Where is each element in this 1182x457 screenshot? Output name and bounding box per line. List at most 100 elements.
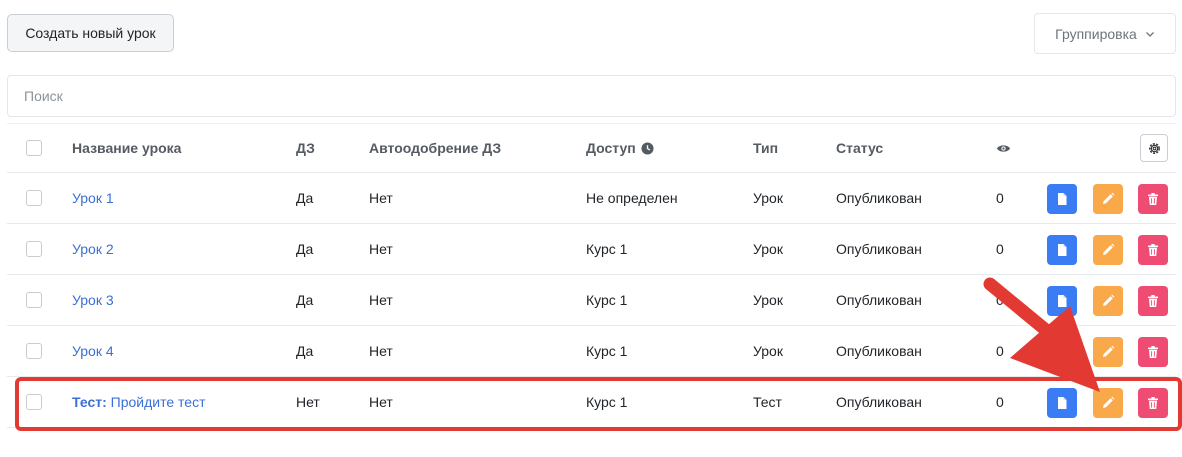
table-row: Урок 3 Да Нет Курс 1 Урок Опубликован 0 bbox=[7, 275, 1176, 326]
auto-approve-cell: Нет bbox=[369, 343, 393, 359]
homework-cell: Да bbox=[296, 241, 314, 257]
view-lesson-button[interactable] bbox=[1047, 184, 1077, 214]
header-status[interactable]: Статус bbox=[836, 124, 883, 172]
delete-lesson-button[interactable] bbox=[1138, 286, 1168, 316]
clock-icon bbox=[641, 141, 654, 155]
lesson-name-link[interactable]: Тест: Пройдите тест bbox=[72, 394, 205, 410]
table-row: Урок 2 Да Нет Курс 1 Урок Опубликован 0 bbox=[7, 224, 1176, 275]
grouping-label: Группировка bbox=[1055, 25, 1137, 42]
lesson-name-cell: Урок 3 bbox=[72, 275, 114, 325]
lesson-name-prefix: Тест: bbox=[72, 394, 107, 410]
view-lesson-button[interactable] bbox=[1047, 388, 1077, 418]
homework-cell: Да bbox=[296, 343, 314, 359]
row-checkbox[interactable] bbox=[26, 275, 42, 325]
status-cell: Опубликован bbox=[836, 394, 922, 410]
delete-lesson-button[interactable] bbox=[1138, 235, 1168, 265]
homework-cell: Нет bbox=[296, 394, 320, 410]
lesson-name-cell: Урок 4 bbox=[72, 326, 114, 376]
views-cell: 0 bbox=[996, 394, 1004, 410]
view-lesson-button[interactable] bbox=[1047, 235, 1077, 265]
trash-icon bbox=[1148, 193, 1158, 205]
table-settings-button[interactable] bbox=[1140, 134, 1168, 162]
access-cell: Курс 1 bbox=[586, 241, 628, 257]
edit-lesson-button[interactable] bbox=[1093, 388, 1123, 418]
lesson-name: Урок 1 bbox=[72, 190, 114, 206]
chevron-down-icon bbox=[1145, 31, 1154, 37]
lesson-name-cell: Урок 1 bbox=[72, 173, 114, 223]
pencil-icon bbox=[1103, 396, 1115, 408]
edit-lesson-button[interactable] bbox=[1093, 235, 1123, 265]
row-checkbox[interactable] bbox=[26, 377, 42, 427]
views-cell: 0 bbox=[996, 343, 1004, 359]
search-input[interactable] bbox=[7, 75, 1176, 117]
trash-icon bbox=[1148, 244, 1158, 256]
delete-lesson-button[interactable] bbox=[1138, 184, 1168, 214]
table-row: Урок 4 Да Нет Курс 1 Урок Опубликован 0 bbox=[7, 326, 1176, 377]
gear-icon bbox=[1148, 142, 1160, 154]
type-cell: Тест bbox=[753, 394, 782, 410]
pencil-icon bbox=[1103, 243, 1115, 255]
header-access[interactable]: Доступ bbox=[586, 124, 654, 172]
table-row: Тест: Пройдите тест Нет Нет Курс 1 Тест … bbox=[7, 377, 1176, 428]
row-checkbox[interactable] bbox=[26, 224, 42, 274]
views-cell: 0 bbox=[996, 241, 1004, 257]
access-cell: Курс 1 bbox=[586, 394, 628, 410]
status-cell: Опубликован bbox=[836, 343, 922, 359]
access-cell: Не определен bbox=[586, 190, 678, 206]
pencil-icon bbox=[1103, 294, 1115, 306]
access-cell: Курс 1 bbox=[586, 343, 628, 359]
header-auto-approve[interactable]: Автоодобрение ДЗ bbox=[369, 124, 501, 172]
auto-approve-cell: Нет bbox=[369, 190, 393, 206]
table-settings bbox=[1140, 124, 1168, 172]
header-type[interactable]: Тип bbox=[753, 124, 778, 172]
lesson-name-link[interactable]: Урок 3 bbox=[72, 292, 114, 308]
auto-approve-cell: Нет bbox=[369, 241, 393, 257]
trash-icon bbox=[1148, 295, 1158, 307]
table-header-row: Название урока ДЗ Автоодобрение ДЗ Досту… bbox=[7, 123, 1176, 173]
edit-lesson-button[interactable] bbox=[1093, 337, 1123, 367]
lesson-name-cell: Урок 2 bbox=[72, 224, 114, 274]
status-cell: Опубликован bbox=[836, 292, 922, 308]
select-all-checkbox[interactable] bbox=[26, 124, 42, 172]
document-icon bbox=[1058, 193, 1067, 205]
type-cell: Урок bbox=[753, 292, 783, 308]
create-lesson-button[interactable]: Создать новый урок bbox=[7, 14, 174, 52]
delete-lesson-button[interactable] bbox=[1138, 388, 1168, 418]
views-cell: 0 bbox=[996, 190, 1004, 206]
status-cell: Опубликован bbox=[836, 241, 922, 257]
trash-icon bbox=[1148, 397, 1158, 409]
auto-approve-cell: Нет bbox=[369, 394, 393, 410]
row-checkbox[interactable] bbox=[26, 173, 42, 223]
row-checkbox[interactable] bbox=[26, 326, 42, 376]
pencil-icon bbox=[1103, 192, 1115, 204]
document-icon bbox=[1058, 244, 1067, 256]
table-row: Урок 1 Да Нет Не определен Урок Опублико… bbox=[7, 173, 1176, 224]
view-lesson-button[interactable] bbox=[1047, 286, 1077, 316]
edit-lesson-button[interactable] bbox=[1093, 286, 1123, 316]
pencil-icon bbox=[1103, 345, 1115, 357]
delete-lesson-button[interactable] bbox=[1138, 337, 1168, 367]
grouping-dropdown[interactable]: Группировка bbox=[1034, 13, 1176, 54]
trash-icon bbox=[1148, 346, 1158, 358]
lesson-name: Пройдите тест bbox=[110, 394, 206, 410]
header-access-label: Доступ bbox=[586, 140, 636, 156]
document-icon bbox=[1058, 295, 1067, 307]
status-cell: Опубликован bbox=[836, 190, 922, 206]
type-cell: Урок bbox=[753, 343, 783, 359]
lesson-name: Урок 4 bbox=[72, 343, 114, 359]
header-homework[interactable]: ДЗ bbox=[296, 124, 315, 172]
edit-lesson-button[interactable] bbox=[1093, 184, 1123, 214]
homework-cell: Да bbox=[296, 292, 314, 308]
lesson-name: Урок 3 bbox=[72, 292, 114, 308]
lesson-name-link[interactable]: Урок 4 bbox=[72, 343, 114, 359]
lesson-name-link[interactable]: Урок 2 bbox=[72, 241, 114, 257]
header-views[interactable] bbox=[996, 124, 1011, 172]
lessons-table: Название урока ДЗ Автоодобрение ДЗ Досту… bbox=[7, 123, 1176, 428]
type-cell: Урок bbox=[753, 190, 783, 206]
document-icon bbox=[1058, 397, 1067, 409]
lesson-name-link[interactable]: Урок 1 bbox=[72, 190, 114, 206]
document-icon bbox=[1058, 346, 1067, 358]
header-name[interactable]: Название урока bbox=[72, 124, 181, 172]
access-cell: Курс 1 bbox=[586, 292, 628, 308]
view-lesson-button[interactable] bbox=[1047, 337, 1077, 367]
